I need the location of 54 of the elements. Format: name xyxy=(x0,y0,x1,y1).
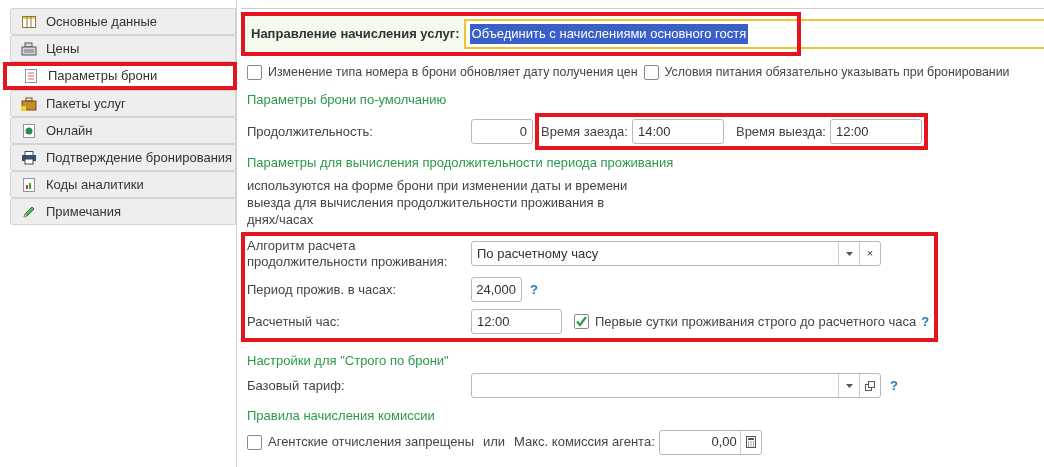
checkbox-label: Агентские отчисления запрещены xyxy=(268,433,474,452)
sidebar-item[interactable]: Онлайн xyxy=(10,117,236,144)
checkbox[interactable] xyxy=(643,64,659,80)
checkbox[interactable] xyxy=(574,314,589,330)
caret-icon xyxy=(845,383,853,388)
sidebar-item[interactable]: Примечания xyxy=(10,198,236,225)
calculator-icon xyxy=(745,436,756,449)
field-label: Базовый тариф: xyxy=(247,376,346,395)
commission-field[interactable]: 0,00 xyxy=(658,429,762,455)
time-field[interactable]: 12:00 xyxy=(830,119,922,145)
time-field[interactable]: 12:00 xyxy=(471,309,562,335)
document-icon xyxy=(25,69,37,83)
help-link[interactable]: ? xyxy=(530,279,538,300)
sidebar-item[interactable]: Пакеты услуг xyxy=(10,90,236,117)
section-title: Параметры брони по-умолчанию xyxy=(246,90,448,109)
field-label: Алгоритм расчета продолжительности проживания: xyxy=(247,237,449,270)
direction-field[interactable]: Объединить с начислениями основного гостя xyxy=(463,19,1044,49)
help-link[interactable]: ? xyxy=(890,375,898,396)
hours-field[interactable]: 24,000 xyxy=(471,277,522,303)
section-title: Правила начисления комиссии xyxy=(246,407,436,426)
algorithm-dropdown[interactable]: По расчетному часу × xyxy=(471,241,881,267)
cash-register-icon xyxy=(21,41,37,56)
checkbox-label: Первые сутки проживания строго до расчетного часа xyxy=(595,312,917,331)
checkbox[interactable] xyxy=(247,64,262,80)
chart-document-icon xyxy=(23,177,35,192)
section-title: Настройки для "Строго по брони" xyxy=(246,351,450,370)
field-label: Продолжительность: xyxy=(247,122,374,141)
or-text: или xyxy=(482,433,506,452)
field-label: Период прожив. в часах: xyxy=(247,280,397,299)
sidebar-item[interactable]: Коды аналитики xyxy=(10,171,236,198)
sidebar-item[interactable]: Подтверждение бронирования xyxy=(10,144,236,171)
checkbox[interactable] xyxy=(247,434,262,450)
pencil-icon xyxy=(22,204,36,219)
note-text: используются на форме брони при изменении даты и времени выезда для вычисления продолжительности проживания в днях/часах xyxy=(246,176,629,228)
sidebar-item[interactable]: Цены xyxy=(10,35,236,62)
time-field[interactable]: 14:00 xyxy=(631,119,724,145)
checkbox-label: Изменение типа номера в брони обновляет дату получения цен xyxy=(268,64,638,81)
field-label: Время выезда: xyxy=(735,122,826,141)
help-link[interactable]: ? xyxy=(921,311,930,332)
caret-icon xyxy=(845,251,853,256)
field-label: Макс. комиссия агента: xyxy=(514,433,655,452)
open-window-icon xyxy=(865,380,875,391)
checkbox-label: Условия питания обязательно указывать при бронировании xyxy=(664,64,1010,81)
table-icon xyxy=(22,15,36,28)
section-title: Параметры для вычисления продолжительности периода проживания xyxy=(246,154,675,173)
duration-field[interactable]: 0 xyxy=(471,119,533,145)
field-label: Расчетный час: xyxy=(247,312,341,331)
printer-icon xyxy=(21,150,37,165)
globe-document-icon xyxy=(23,123,35,138)
sidebar-item[interactable]: Основные данные xyxy=(10,8,236,35)
field-label: Время заезда: xyxy=(541,122,628,141)
field-label: Направление начисления услуг: xyxy=(251,25,460,44)
briefcase-icon xyxy=(21,96,37,111)
clear-button[interactable]: × xyxy=(859,242,880,266)
